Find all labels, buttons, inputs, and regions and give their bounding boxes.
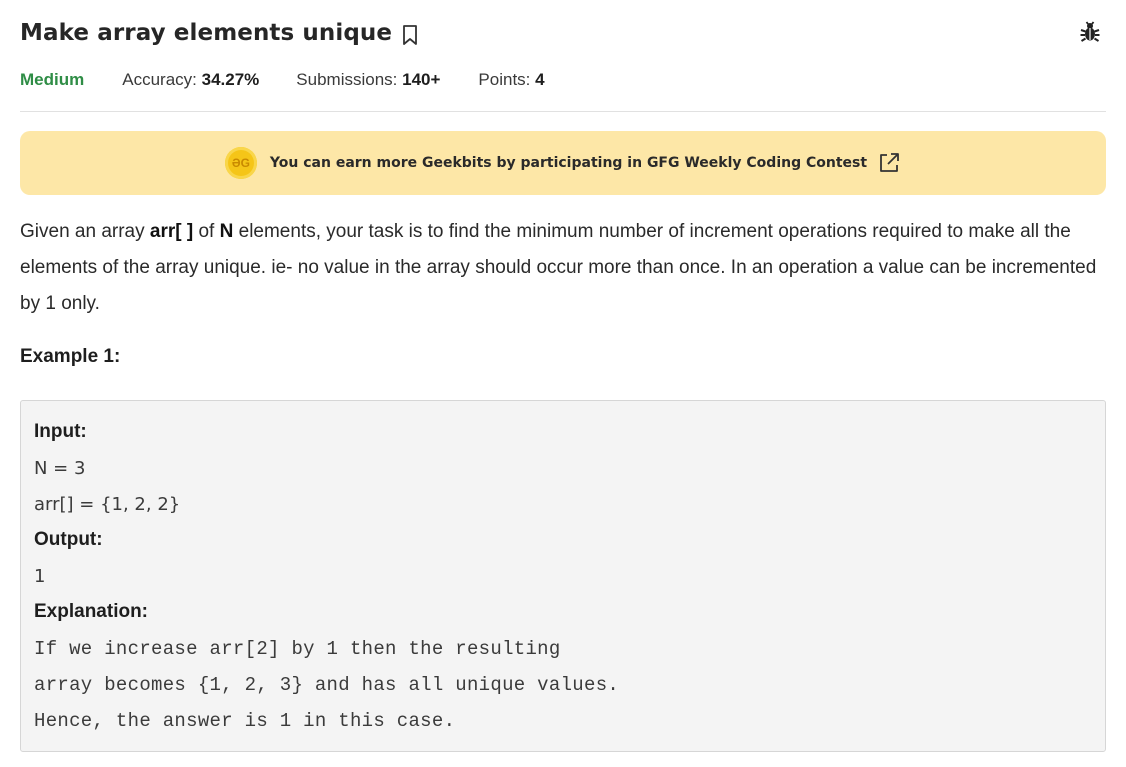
submissions-stat: Submissions: 140+ xyxy=(296,70,440,90)
banner-text: You can earn more Geekbits by participat… xyxy=(269,155,868,171)
accuracy-label: Accuracy: xyxy=(122,70,197,89)
title-row: Make array elements unique xyxy=(20,20,419,46)
output-label: Output: xyxy=(34,529,103,550)
problem-title: Make array elements unique xyxy=(20,20,393,46)
example-heading: Example 1: xyxy=(20,346,121,367)
bug-icon[interactable] xyxy=(1078,20,1102,44)
accuracy-value: 34.27% xyxy=(201,70,260,89)
explanation-line-1: If we increase arr[2] by 1 then the resu… xyxy=(34,638,561,660)
output-value: 1 xyxy=(34,566,46,587)
input-label: Input: xyxy=(34,421,87,442)
external-link-icon[interactable] xyxy=(877,151,901,175)
input-line-arr: arr[] = {1, 2, 2} xyxy=(34,494,181,515)
accuracy-stat: Accuracy: 34.27% xyxy=(122,70,259,90)
problem-meta: Medium Accuracy: 34.27% Submissions: 140… xyxy=(20,68,545,92)
example-box: Input: N = 3 arr[] = {1, 2, 2} Output: 1… xyxy=(20,400,1106,752)
points-stat: Points: 4 xyxy=(478,70,544,90)
geekbits-coin-icon: ƏG xyxy=(224,147,257,179)
points-value: 4 xyxy=(535,70,545,89)
input-line-n: N = 3 xyxy=(34,458,86,479)
explanation-line-2: array becomes {1, 2, 3} and has all uniq… xyxy=(34,674,620,696)
points-label: Points: xyxy=(478,70,531,89)
n-keyword: N xyxy=(219,221,234,242)
problem-description: Given an array arr[ ] of N elements, you… xyxy=(20,221,1097,314)
header-divider xyxy=(20,111,1106,112)
submissions-label: Submissions: xyxy=(296,70,398,89)
difficulty-badge: Medium xyxy=(20,70,85,89)
geekbits-banner[interactable]: ƏG You can earn more Geekbits by partici… xyxy=(20,131,1106,195)
arr-keyword: arr[ ] xyxy=(149,221,194,242)
explanation-label: Explanation: xyxy=(34,601,149,622)
explanation-line-3: Hence, the answer is 1 in this case. xyxy=(34,710,456,732)
bookmark-icon[interactable] xyxy=(401,24,419,46)
submissions-value: 140+ xyxy=(402,70,441,89)
problem-page: Make array elements unique Medium Accura… xyxy=(0,0,1126,767)
